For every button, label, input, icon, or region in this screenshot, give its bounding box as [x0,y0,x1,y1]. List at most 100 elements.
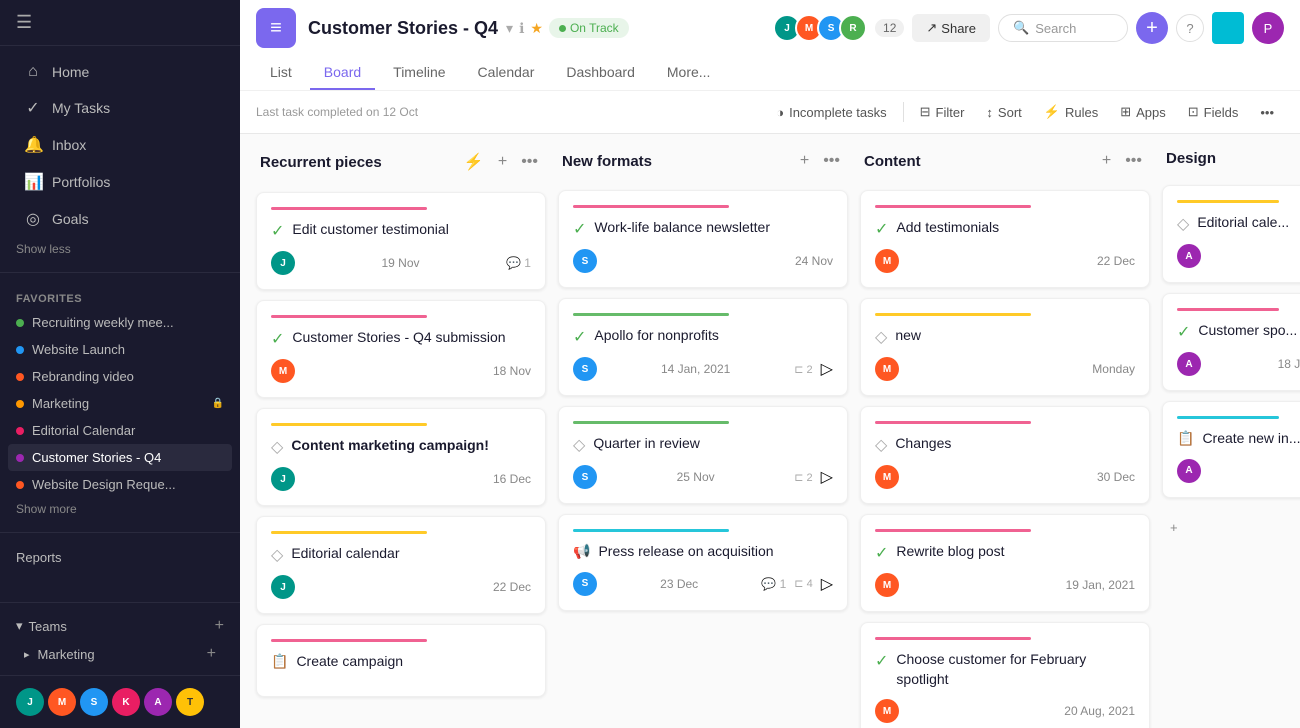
rules-button[interactable]: ⚡ Rules [1034,99,1108,125]
card-choose-customer[interactable]: ✓ Choose customer for February spotlight… [860,622,1150,728]
tab-calendar[interactable]: Calendar [464,56,549,90]
card-avatar: J [271,575,295,599]
sidebar-avatars: J M S K A T [0,675,240,728]
card-content-marketing[interactable]: ◇ Content marketing campaign! J 16 Dec [256,408,546,506]
card-title-row: ✓ Customer Stories - Q4 submission [271,328,531,349]
sort-button[interactable]: ↕ Sort [976,100,1031,125]
add-marketing-button[interactable]: + [207,645,216,663]
check-icon: ✓ [24,98,42,118]
fav-item-customer-stories[interactable]: Customer Stories - Q4 [8,444,232,471]
card-editorial-calendar[interactable]: ◇ Editorial calendar J 22 Dec [256,516,546,614]
sidebar-item-portfolios[interactable]: 📊 Portfolios [8,164,232,200]
more-col-button[interactable]: ••• [1121,150,1146,172]
card-changes[interactable]: ◇ Changes M 30 Dec [860,406,1150,504]
add-card-design-button[interactable]: + [1162,512,1300,543]
card-bar [875,529,1031,532]
sidebar-item-goals[interactable]: ◎ Goals [8,201,232,237]
sidebar-avatar-4[interactable]: K [112,688,140,716]
sidebar-avatar-6[interactable]: T [176,688,204,716]
filter-button[interactable]: ⊟ Filter [910,99,975,125]
card-footer: S 23 Dec 💬 1 ⊏ 4 ▷ [573,572,833,596]
more-options-button[interactable]: ••• [1250,100,1284,125]
fav-item-editorial[interactable]: Editorial Calendar [8,417,232,444]
card-press-release[interactable]: 📢 Press release on acquisition S 23 Dec … [558,514,848,611]
fav-item-website-design[interactable]: Website Design Reque... [8,471,232,498]
more-col-button[interactable]: ••• [517,151,542,173]
tab-timeline[interactable]: Timeline [379,56,459,90]
add-col-button[interactable]: + [494,151,511,173]
sidebar-avatar-5[interactable]: A [144,688,172,716]
share-button[interactable]: ↗ Share [912,14,990,42]
chevron-down-icon[interactable]: ▾ [506,20,513,37]
help-button[interactable]: ? [1176,14,1204,42]
card-title: Editorial calendar [291,544,399,564]
fields-button[interactable]: ⊡ Fields [1178,99,1249,125]
card-footer: M Monday [875,357,1135,381]
card-date: 23 Dec [660,577,698,591]
chart-icon: 📊 [24,172,42,192]
card-work-life[interactable]: ✓ Work-life balance newsletter S 24 Nov [558,190,848,288]
card-quarter-review[interactable]: ◇ Quarter in review S 25 Nov ⊏ 2 ▷ [558,406,848,504]
card-customer-sp[interactable]: ✓ Customer spo... A 18 Jan, 2021 [1162,293,1300,391]
lightning-col-icon[interactable]: ⚡ [460,150,488,174]
card-create-campaign[interactable]: 📋 Create campaign [256,624,546,697]
more-col-button[interactable]: ••• [819,150,844,172]
member-count[interactable]: 12 [875,19,904,37]
sidebar-avatar-1[interactable]: J [16,688,44,716]
sidebar-avatar-2[interactable]: M [48,688,76,716]
card-rewrite-blog[interactable]: ✓ Rewrite blog post M 19 Jan, 2021 [860,514,1150,612]
card-title-row: ◇ Quarter in review [573,434,833,455]
add-col-button[interactable]: + [1098,150,1115,172]
tab-more[interactable]: More... [653,56,725,90]
sidebar-item-home[interactable]: ⌂ Home [8,55,232,89]
member-avatar-4[interactable]: R [839,14,867,42]
diamond-icon: ◇ [875,327,887,347]
show-less-button[interactable]: Show less [0,238,240,264]
card-new-monday[interactable]: ◇ new M Monday [860,298,1150,396]
sidebar-item-my-tasks[interactable]: ✓ My Tasks [8,90,232,126]
arrow-icon: ▷ [821,467,833,487]
status-dot [559,25,566,32]
tab-dashboard[interactable]: Dashboard [552,56,649,90]
status-badge[interactable]: On Track [549,18,629,38]
header-right: J M S R 12 ↗ Share 🔍 Search + ? P [773,12,1284,44]
column-design-header: Design [1162,150,1300,175]
card-editorial-cal[interactable]: ◇ Editorial cale... A 29 Dec [1162,185,1300,283]
card-date: Monday [1092,362,1135,376]
dot-icon [16,454,24,462]
card-bar [573,529,729,532]
apps-button[interactable]: ⊞ Apps [1110,99,1176,125]
card-title-row: ◇ Changes [875,434,1135,455]
fav-item-marketing[interactable]: Marketing 🔒 [8,390,232,417]
hamburger-icon[interactable]: ☰ [16,12,32,33]
card-bar [875,313,1031,316]
sidebar-item-marketing-team[interactable]: ▸ Marketing + [16,641,224,667]
tab-list[interactable]: List [256,56,306,90]
fav-item-website-launch[interactable]: Website Launch [8,336,232,363]
tab-board[interactable]: Board [310,56,375,90]
sidebar-item-inbox[interactable]: 🔔 Inbox [8,127,232,163]
card-footer: M 18 Nov [271,359,531,383]
column-new-formats: New formats + ••• ✓ Work-life balance ne… [558,150,848,712]
info-icon[interactable]: ℹ [519,20,524,37]
show-more-button[interactable]: Show more [0,498,240,524]
teams-header[interactable]: ▾ Teams + [16,611,224,641]
card-add-testimonials[interactable]: ✓ Add testimonials M 22 Dec [860,190,1150,288]
user-avatar-header[interactable]: P [1252,12,1284,44]
add-button[interactable]: + [1136,12,1168,44]
card-create-new[interactable]: 📋 Create new in... A 17 Dec [1162,401,1300,498]
search-box[interactable]: 🔍 Search [998,14,1128,42]
add-team-button[interactable]: + [215,617,224,635]
add-col-button[interactable]: + [796,150,813,172]
fav-item-recruiting[interactable]: Recruiting weekly mee... [8,309,232,336]
check-icon: ✓ [875,219,888,239]
card-apollo[interactable]: ✓ Apollo for nonprofits S 14 Jan, 2021 ⊏… [558,298,848,396]
card-date: 25 Nov [677,470,715,484]
color-swatch[interactable] [1212,12,1244,44]
sidebar-avatar-3[interactable]: S [80,688,108,716]
card-customer-stories-q4[interactable]: ✓ Customer Stories - Q4 submission M 18 … [256,300,546,398]
card-edit-testimonial[interactable]: ✓ Edit customer testimonial J 19 Nov 💬 1 [256,192,546,290]
fav-item-rebranding[interactable]: Rebranding video [8,363,232,390]
star-icon[interactable]: ★ [530,20,543,37]
incomplete-tasks-button[interactable]: ◑ Incomplete tasks [766,100,896,125]
